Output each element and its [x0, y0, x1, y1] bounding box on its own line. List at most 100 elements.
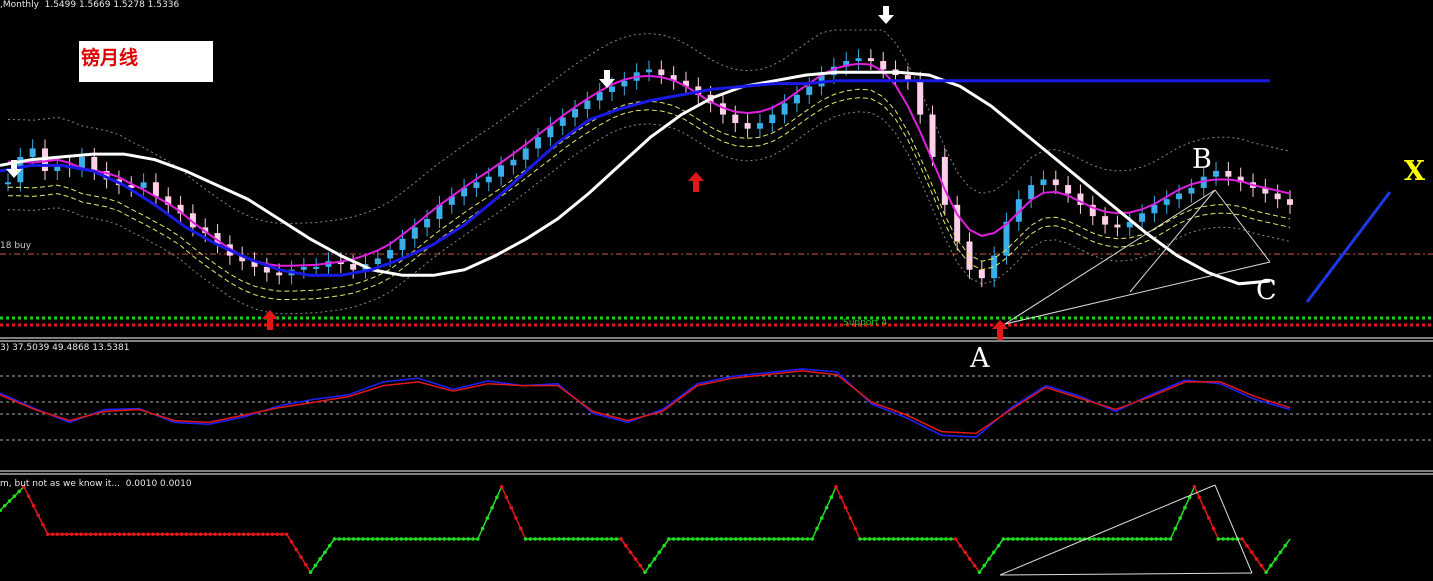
candle-body [867, 58, 874, 62]
candle-body [424, 218, 431, 228]
candle-body [744, 123, 751, 129]
zigzag-dot [944, 537, 948, 541]
candle-body [793, 94, 800, 104]
candle-body [91, 156, 98, 171]
candle-body [522, 148, 529, 160]
zigzag-dot [17, 489, 21, 494]
zigzag-dot [1077, 537, 1082, 541]
zigzag-dot [160, 532, 165, 537]
candle-body [584, 100, 591, 109]
point-x-label: X [1404, 156, 1425, 187]
zigzag-dot [485, 516, 490, 520]
zigzag-dot [561, 537, 566, 541]
zigzag-dot [657, 550, 662, 555]
zigzag-dot [375, 537, 380, 541]
zigzag-dot [504, 495, 509, 500]
zigzag-dot [2, 503, 7, 508]
zigzag-dot [538, 537, 542, 541]
zigzag-dot [781, 537, 786, 541]
zigzag-dot [523, 537, 528, 541]
zigzag-dot [370, 537, 375, 541]
zigzag-dot [1206, 516, 1211, 520]
zigzag-dot [1092, 537, 1096, 541]
candle-body [1065, 185, 1072, 194]
zigzag-dot [93, 532, 98, 537]
zigzag-dot [963, 550, 967, 555]
zigzag-dot [1269, 563, 1273, 568]
zigzag-dot [1068, 537, 1073, 541]
zigzag-dot [729, 537, 733, 541]
candle-body [806, 86, 813, 95]
zigzag-dot [901, 537, 905, 541]
candle-body [769, 114, 776, 124]
zigzag-dot [127, 532, 131, 537]
zigzag-dot [987, 557, 991, 561]
zigzag-dot [757, 537, 762, 541]
zigzag-dot [681, 537, 686, 541]
zigzag-dot [103, 532, 107, 537]
zigzag-dot [762, 537, 767, 541]
zigzag-dot [208, 532, 213, 537]
zigzag-dot [628, 550, 633, 555]
zigzag-dot [456, 537, 461, 541]
zigzag-dot [662, 543, 666, 548]
zigzag-dot [839, 495, 843, 500]
zigzag-dot [289, 540, 294, 544]
zigzag-dot [213, 532, 217, 537]
title-box: 镑月线 [79, 41, 213, 82]
zigzag-dot [7, 499, 12, 503]
zigzag-dot [786, 537, 791, 541]
zigzag-dot [1264, 570, 1268, 575]
zigzag-dot [351, 537, 356, 541]
zigzag-dot [1283, 543, 1288, 548]
zigzag-dot [475, 537, 480, 541]
zigzag-dot [194, 532, 198, 537]
candle-body [374, 258, 381, 265]
zigzag-dot [1135, 537, 1139, 541]
zigzag-dot [495, 495, 499, 500]
zigzag-dot [284, 532, 289, 537]
zigzag-dot [256, 532, 260, 537]
zigzag-dot [1034, 537, 1039, 541]
zigzag-dot [165, 532, 170, 537]
zigzag-dot [251, 532, 256, 537]
zigzag-dot [705, 537, 709, 541]
zigzag-dot [643, 570, 647, 575]
zigzag-dot [977, 570, 982, 575]
zigzag-dot [294, 547, 299, 552]
zigzag-dot [1020, 537, 1025, 541]
zigzag-dot [237, 532, 241, 537]
zigzag-dot [1202, 505, 1206, 510]
zigzag-dot [896, 537, 901, 541]
candle-body [399, 238, 406, 250]
zigzag-dot [170, 532, 174, 537]
zigzag-dot [79, 532, 84, 537]
forex-chart [0, 0, 1433, 581]
zigzag-dot [380, 537, 385, 541]
zigzag-dot [1273, 557, 1278, 561]
zigzag-dot [614, 537, 619, 541]
candle-body [855, 58, 862, 62]
candle-body [510, 159, 517, 166]
zigzag-dot [796, 537, 800, 541]
zigzag-dot [1015, 537, 1020, 541]
zigzag-dot [738, 537, 743, 541]
zigzag-dot [1025, 537, 1030, 541]
zigzag-dot [767, 537, 772, 541]
candle-body [1114, 224, 1121, 228]
zigzag-dot [303, 562, 308, 567]
zigzag-dot [1245, 543, 1249, 548]
candle-body [978, 269, 985, 279]
zigzag-dot [872, 537, 877, 541]
zigzag-dot [1116, 537, 1120, 541]
zigzag-dot [131, 532, 136, 537]
zigzag-dot [1221, 537, 1225, 541]
zigzag-dot [776, 537, 781, 541]
zigzag-dot [581, 537, 585, 541]
zigzag-dot [929, 537, 934, 541]
zigzag-dot [413, 537, 418, 541]
zigzag-dot [633, 557, 638, 561]
candle-body [1163, 199, 1170, 205]
zigzag-dot [690, 537, 695, 541]
zigzag-dot [60, 532, 64, 537]
